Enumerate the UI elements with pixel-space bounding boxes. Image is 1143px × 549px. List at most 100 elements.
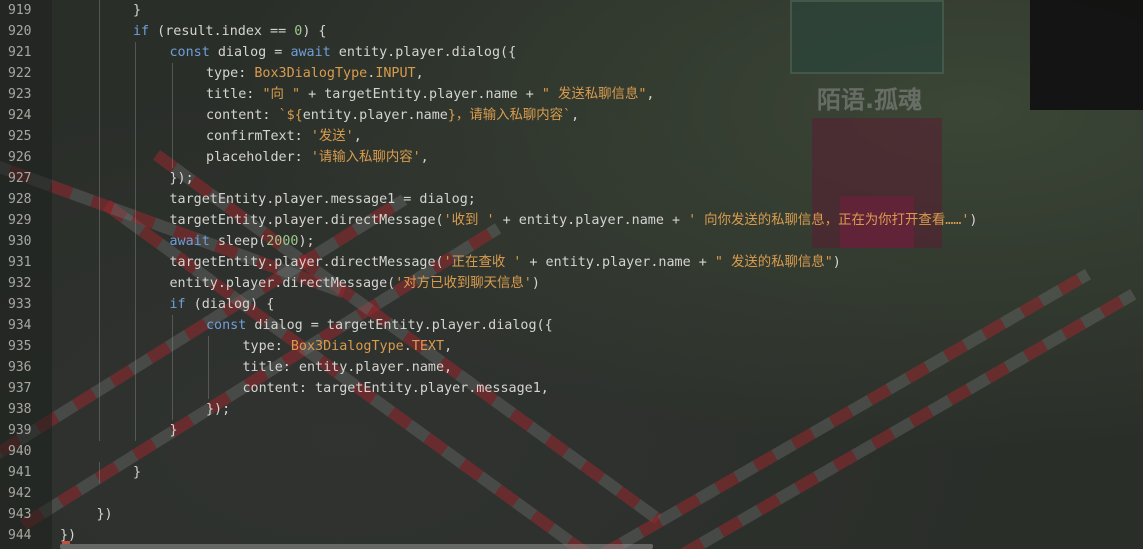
code-editor[interactable]: 919} 920 if (result.index == 0) {921 const …: [0, 0, 1143, 549]
code-line[interactable]: 936 title: entity.player.name,: [0, 357, 1143, 378]
code-token: ) {: [302, 24, 327, 39]
code-line[interactable]: 932 entity.player.directMessage('对方已收到聊天信…: [0, 273, 1143, 294]
code-line[interactable]: 941}: [0, 462, 1143, 483]
code-text: }: [170, 420, 178, 441]
code-line[interactable]: 944}): [0, 525, 1143, 546]
code-token: await: [290, 45, 331, 60]
line-number: 928: [8, 192, 32, 207]
indent-guide: [171, 378, 173, 399]
code-line[interactable]: 923 title: "向 " + targetEntity.player.nam…: [0, 84, 1143, 105]
code-token: ): [531, 276, 540, 291]
indent-guide: [135, 210, 136, 231]
line-number: 938: [8, 402, 32, 417]
code-token: '发送': [310, 129, 354, 144]
indent-guide: [135, 84, 136, 105]
code-token: if: [133, 24, 150, 39]
indent-guide: [98, 252, 100, 273]
indent-guide: [98, 63, 100, 84]
code-line[interactable]: 924 content: `${entity.player.name}，请输入私聊…: [0, 105, 1143, 126]
indent-guide: [135, 336, 136, 357]
indent-guide: [98, 0, 100, 21]
code-text: type: Box3DialogType.TEXT,: [243, 336, 453, 357]
line-number: 941: [8, 465, 32, 480]
line-number: 932: [8, 276, 32, 291]
code-line[interactable]: 925 confirmText: '发送',: [0, 126, 1143, 147]
indent-guide: [98, 189, 100, 210]
line-number: 933: [8, 297, 32, 312]
indent-guide: [135, 168, 136, 189]
line-number: 931: [8, 255, 32, 270]
code-token: entity.player.name: [302, 108, 448, 123]
code-token: ,: [646, 87, 655, 102]
code-line[interactable]: 938});: [0, 399, 1143, 420]
code-token: (result.index ==: [149, 24, 295, 39]
indent-guide: [98, 273, 100, 294]
code-line[interactable]: 926 placeholder: '请输入私聊内容',: [0, 147, 1143, 168]
code-line[interactable]: 921 const dialog = await entity.player.di…: [0, 42, 1143, 63]
code-token: '收到 ': [443, 213, 495, 228]
code-line[interactable]: 934 const dialog = targetEntity.player.di…: [0, 315, 1143, 336]
indent-guide: [208, 357, 209, 378]
line-number: 926: [8, 150, 32, 165]
indent-guide: [171, 357, 173, 378]
line-number: 935: [8, 339, 32, 354]
indent-guide: [135, 147, 136, 168]
code-text: const dialog = await entity.player.dialo…: [170, 42, 517, 63]
code-line[interactable]: 930 await sleep(2000);: [0, 231, 1143, 252]
code-text: });: [206, 399, 230, 420]
code-token: dialog =: [209, 45, 291, 60]
indent-guide: [171, 147, 173, 168]
code-token: ,: [353, 129, 362, 144]
code-token: }: [169, 423, 178, 438]
code-line[interactable]: 927});: [0, 168, 1143, 189]
code-line[interactable]: 942: [0, 483, 1143, 504]
code-line[interactable]: 929 targetEntity.player.directMessage('收到…: [0, 210, 1143, 231]
indent-guide: [98, 420, 100, 441]
code-line[interactable]: 940: [0, 441, 1143, 462]
code-token: ,: [571, 108, 580, 123]
code-line[interactable]: 943}): [0, 504, 1143, 525]
code-token: }，请输入私聊内容`: [447, 108, 572, 123]
code-text: if (dialog) {: [170, 294, 275, 315]
code-text: }: [133, 462, 141, 483]
code-token: }: [133, 3, 142, 18]
code-token: '正在查收 ': [443, 255, 522, 270]
code-token: title:: [206, 87, 263, 102]
code-token: ): [969, 213, 978, 228]
code-token: targetEntity.player.directMessage(: [169, 255, 444, 270]
code-line[interactable]: 919}: [0, 0, 1143, 21]
code-text: targetEntity.player.directMessage('正在查收 …: [170, 252, 841, 273]
code-token: `${: [278, 108, 303, 123]
line-number: 939: [8, 423, 32, 438]
horizontal-scrollbar[interactable]: [60, 544, 653, 549]
code-token: + entity.player.name +: [494, 213, 689, 228]
code-token: .: [403, 339, 412, 354]
code-line[interactable]: 939}: [0, 420, 1143, 441]
code-token: ): [832, 255, 841, 270]
line-number: 930: [8, 234, 32, 249]
line-number: 934: [8, 318, 32, 333]
indent-guide: [98, 462, 100, 483]
code-token: targetEntity.player.directMessage(: [169, 213, 444, 228]
code-line[interactable]: 928 targetEntity.player.message1 = dialog…: [0, 189, 1143, 210]
code-text: type: Box3DialogType.INPUT,: [206, 63, 424, 84]
code-line[interactable]: 935 type: Box3DialogType.TEXT,: [0, 336, 1143, 357]
code-token: if: [169, 297, 186, 312]
code-line[interactable]: 922 type: Box3DialogType.INPUT,: [0, 63, 1143, 84]
indent-guide: [171, 336, 173, 357]
code-token: "向 ": [262, 87, 301, 102]
code-text: title: "向 " + targetEntity.player.name +…: [206, 84, 654, 105]
indent-guide: [135, 315, 136, 336]
code-token: confirmText:: [206, 129, 311, 144]
code-token: Box3DialogType: [254, 66, 368, 81]
line-number: 936: [8, 360, 32, 375]
code-line[interactable]: 931 targetEntity.player.directMessage('正在…: [0, 252, 1143, 273]
code-text: targetEntity.player.directMessage('收到 ' …: [170, 210, 978, 231]
code-token: '请输入私聊内容': [310, 150, 421, 165]
code-line[interactable]: 920 if (result.index == 0) {: [0, 21, 1143, 42]
indent-guide: [135, 273, 136, 294]
code-text: placeholder: '请输入私聊内容',: [206, 147, 429, 168]
line-number: 927: [8, 171, 32, 186]
code-line[interactable]: 933 if (dialog) {: [0, 294, 1143, 315]
code-line[interactable]: 937 content: targetEntity.player.message1…: [0, 378, 1143, 399]
